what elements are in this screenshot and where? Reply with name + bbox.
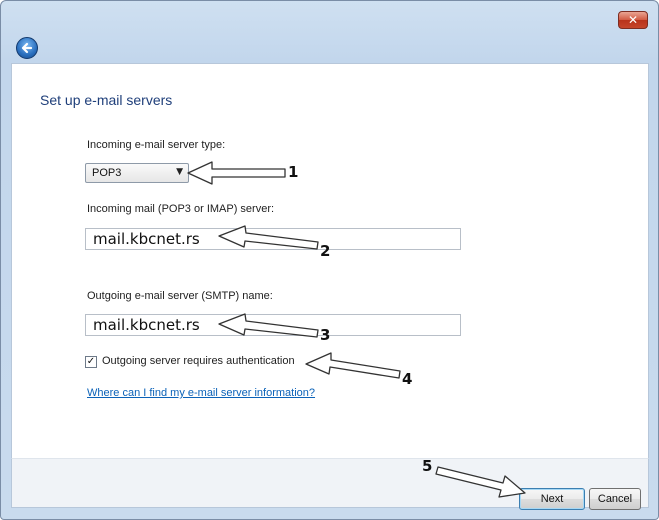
close-button[interactable]: ✕	[618, 11, 648, 29]
incoming-type-select[interactable]: POP3 ▼	[85, 163, 189, 183]
cancel-button[interactable]: Cancel	[589, 488, 641, 510]
annotation-label-1: 1	[288, 163, 299, 181]
outgoing-server-label: Outgoing e-mail server (SMTP) name:	[87, 290, 273, 302]
annotation-label-5: 5	[422, 457, 433, 475]
incoming-server-input[interactable]: mail.kbcnet.rs	[85, 228, 461, 250]
annotation-label-4: 4	[402, 370, 413, 388]
title-bar: ✕	[1, 1, 658, 59]
outgoing-server-input[interactable]: mail.kbcnet.rs	[85, 314, 461, 336]
server-info-link[interactable]: Where can I find my e-mail server inform…	[87, 387, 315, 399]
auth-checkbox-label[interactable]: Outgoing server requires authentication	[102, 355, 295, 367]
auth-checkbox[interactable]: ✓	[85, 356, 97, 368]
chevron-down-icon: ▼	[176, 167, 183, 177]
back-arrow-icon	[21, 42, 33, 54]
outgoing-server-value: mail.kbcnet.rs	[93, 316, 200, 334]
content-panel: Set up e-mail servers Incoming e-mail se…	[11, 63, 649, 459]
wizard-window: ✕ Set up e-mail servers Incoming e-mail …	[0, 0, 659, 520]
page-title: Set up e-mail servers	[40, 92, 173, 108]
annotation-label-2: 2	[320, 242, 331, 260]
incoming-server-value: mail.kbcnet.rs	[93, 230, 200, 248]
incoming-server-label: Incoming mail (POP3 or IMAP) server:	[87, 203, 275, 215]
incoming-type-label: Incoming e-mail server type:	[87, 139, 226, 151]
annotation-label-3: 3	[320, 326, 331, 344]
incoming-type-value: POP3	[92, 167, 122, 179]
next-button[interactable]: Next	[519, 488, 585, 510]
back-button[interactable]	[16, 37, 38, 59]
